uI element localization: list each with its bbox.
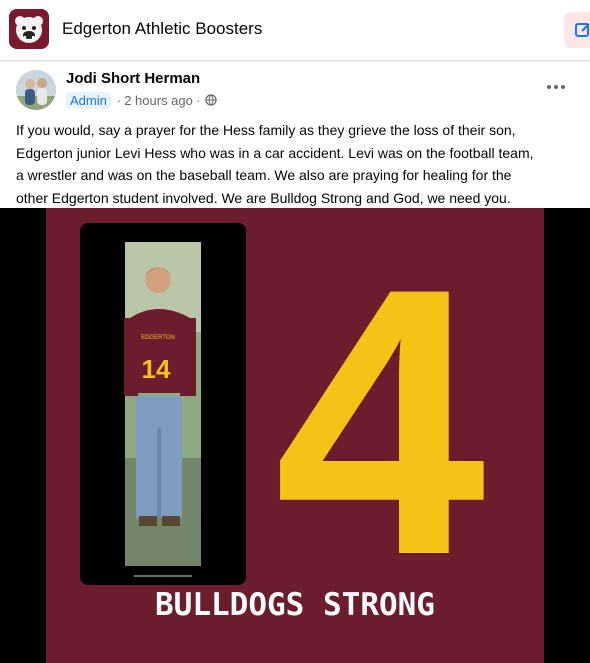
meta-separator: · [195,92,201,108]
bulldogs-strong-graphic: EDGERTON 14 4 BULLDOGS STRONG [0,208,590,663]
post-timestamp[interactable]: 2 hours ago [124,93,193,108]
post-card: Jodi Short Herman Admin · 2 hours ago · … [0,62,590,663]
jersey-number: 4 [274,209,488,634]
edit-icon [575,23,590,37]
post-meta: Admin · 2 hours ago · [66,91,217,109]
compose-button[interactable] [564,12,590,48]
bulldog-logo-icon[interactable] [9,9,49,49]
post-text-line: If you would, say a prayer for the Hess … [16,122,516,138]
post-text-line: a wrestler and was on the baseball team.… [16,167,512,183]
post-text: If you would, say a prayer for the Hess … [16,119,576,209]
post-image[interactable]: EDGERTON 14 4 BULLDOGS STRONG [0,208,590,663]
globe-icon [205,94,217,106]
admin-badge[interactable]: Admin [66,91,111,109]
more-options-icon[interactable] [538,72,574,102]
group-header: Edgerton Athletic Boosters [0,0,590,61]
post-text-line: other Edgerton student involved. We are … [16,189,511,206]
meta-separator: · [116,92,122,108]
author-name[interactable]: Jodi Short Herman [66,70,200,87]
post-text-line: Edgerton junior Levi Hess who was in a c… [16,144,534,161]
image-caption: BULLDOGS STRONG [155,587,435,623]
group-name[interactable]: Edgerton Athletic Boosters [62,19,262,39]
jersey-text: EDGERTON [141,335,175,341]
player-number: 14 [142,354,171,384]
author-avatar[interactable] [16,70,56,110]
